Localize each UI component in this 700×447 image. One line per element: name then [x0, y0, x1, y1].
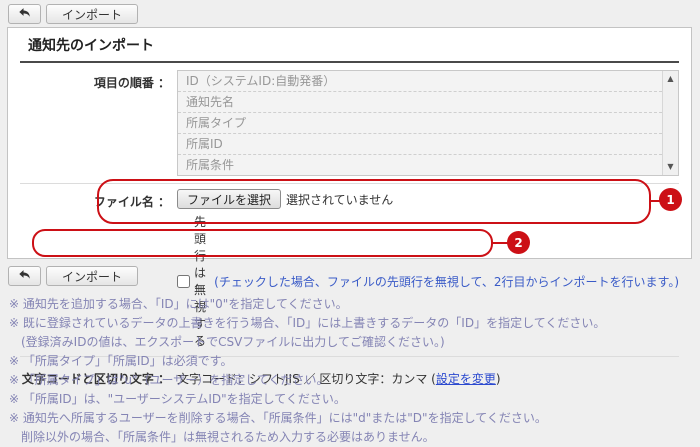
back-button[interactable]: [8, 4, 41, 24]
note-line: ※ 「所属タイプ」は"u"（ユーザー）を指定してください。: [9, 373, 329, 387]
back-button-bottom[interactable]: [8, 266, 41, 286]
note-line: 削除以外の場合、「所属条件」は無視されるため入力する必要はありません。: [9, 430, 435, 444]
list-item[interactable]: 所属ID: [178, 134, 662, 155]
note-line: ※ 「所属タイプ」「所属ID」は必須です。: [9, 354, 233, 368]
footnotes: ※ 通知先を追加する場合、「ID」には"0"を指定してください。 ※ 既に登録さ…: [9, 295, 696, 447]
scroll-down-icon[interactable]: ▼: [663, 162, 678, 172]
page-title: 通知先のインポート: [20, 35, 679, 63]
back-icon: [18, 6, 31, 22]
listbox-scrollbar[interactable]: ▲ ▼: [662, 71, 678, 175]
note-line: (登録済みIDの値は、エクスポートでCSVファイルに出力してご確認ください。): [9, 335, 445, 349]
top-toolbar: インポート: [8, 4, 139, 24]
list-item[interactable]: ID（システムID:自動発番）: [178, 71, 662, 92]
choose-file-button[interactable]: ファイルを選択: [177, 189, 282, 209]
back-icon: [18, 268, 31, 284]
note-line: ※ 通知先へ所属するユーザーを削除する場合、「所属条件」には"d"または"D"を…: [9, 411, 547, 425]
field-order-items: ID（システムID:自動発番） 通知先名 所属タイプ 所属ID 所属条件: [178, 71, 662, 175]
field-order-label: 項目の順番 ：: [93, 76, 170, 90]
scroll-up-icon[interactable]: ▲: [663, 74, 678, 84]
note-line: ※ 既に登録されているデータの上書きを行う場合、「ID」には上書きするデータの「…: [9, 316, 606, 330]
field-order-row: 項目の順番 ： ID（システムID:自動発番） 通知先名 所属タイプ 所属ID …: [8, 70, 691, 176]
divider: [20, 183, 679, 184]
note-line: ※ 通知先を追加する場合、「ID」には"0"を指定してください。: [9, 297, 348, 311]
note-line: ※ 「所属ID」は、"ユーザーシステムID"を指定してください。: [9, 392, 346, 406]
list-item[interactable]: 所属条件: [178, 155, 662, 175]
import-button-top[interactable]: インポート: [46, 4, 139, 24]
import-panel: 通知先のインポート 項目の順番 ： ID（システムID:自動発番） 通知先名 所…: [7, 27, 692, 386]
ignore-first-row-checkbox[interactable]: [177, 274, 190, 288]
import-button-bottom[interactable]: インポート: [46, 266, 139, 286]
list-item[interactable]: 通知先名: [178, 92, 662, 113]
list-item[interactable]: 所属タイプ: [178, 113, 662, 134]
no-file-selected-text: 選択されていません: [286, 192, 394, 207]
bottom-toolbar: インポート: [8, 266, 139, 286]
field-order-listbox[interactable]: ID（システムID:自動発番） 通知先名 所属タイプ 所属ID 所属条件 ▲ ▼: [177, 70, 679, 176]
ignore-first-row-note: (チェックした場合、ファイルの先頭行を無視して、2行目からインポートを行います。…: [214, 274, 679, 289]
